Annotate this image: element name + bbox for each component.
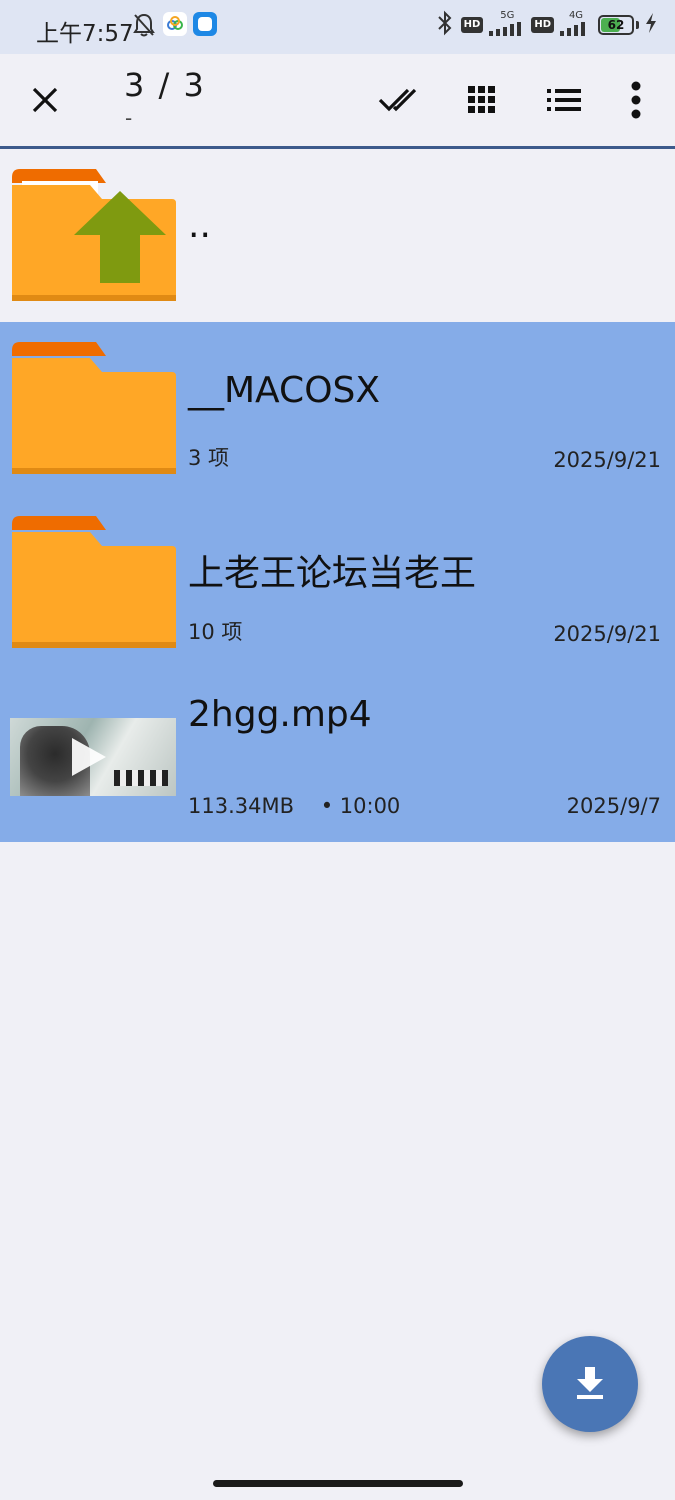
status-time: 上午7:57 <box>36 21 134 47</box>
folder-icon <box>12 516 176 648</box>
select-all-icon <box>378 88 417 112</box>
grid-view-button[interactable] <box>458 76 506 124</box>
item-meta: 10 项 <box>188 620 243 644</box>
item-meta: 113.34MB • 10:00 <box>188 794 401 818</box>
list-view-button[interactable] <box>540 76 588 124</box>
grid-view-icon <box>468 86 495 113</box>
app-notification-icon <box>193 12 217 40</box>
hd-badge-2: HD <box>531 17 554 33</box>
selection-subtitle: - <box>125 106 133 130</box>
extract-download-button[interactable] <box>542 1336 638 1432</box>
close-button[interactable] <box>21 76 69 124</box>
mute-bell-icon <box>132 12 156 42</box>
list-item[interactable]: __MACOSX 3 项 2025/9/21 <box>0 322 675 496</box>
item-date: 2025/9/21 <box>553 622 661 646</box>
folder-up-icon <box>12 169 176 301</box>
list-item[interactable]: 上老王论坛当老王 10 项 2025/9/21 <box>0 496 675 670</box>
charging-icon <box>645 13 657 37</box>
net-4g: 4G <box>560 10 592 40</box>
more-options-button[interactable] <box>612 76 660 124</box>
parent-folder-label: .. <box>188 205 211 246</box>
selection-count: 3 / 3 <box>124 66 206 104</box>
home-indicator[interactable] <box>213 1480 463 1487</box>
status-bar: 上午7:57 HD 5G HD 4G 62 <box>0 0 675 54</box>
item-meta: 3 项 <box>188 446 230 470</box>
more-vert-icon <box>631 81 641 119</box>
download-icon <box>577 1367 603 1399</box>
status-indicators: HD 5G HD 4G 62 <box>435 10 657 40</box>
hd-badge: HD <box>460 17 484 33</box>
battery-cap <box>636 21 639 29</box>
close-icon <box>32 87 58 113</box>
list-item[interactable]: 2hgg.mp4 113.34MB • 10:00 2025/9/7 <box>0 670 675 842</box>
list-view-icon <box>547 89 581 111</box>
signal-icon-2 <box>560 21 592 40</box>
video-thumbnail <box>10 718 176 796</box>
bluetooth-icon <box>435 10 455 40</box>
signal-icon <box>489 21 525 40</box>
item-name: __MACOSX <box>188 370 381 411</box>
item-date: 2025/9/7 <box>566 794 661 818</box>
parent-folder-row[interactable]: .. <box>0 149 675 322</box>
play-icon <box>72 738 106 776</box>
net-5g: 5G <box>489 10 525 40</box>
file-list: .. __MACOSX 3 项 2025/9/21 上老王论坛当老王 10 项 … <box>0 149 675 842</box>
item-name: 2hgg.mp4 <box>188 694 372 735</box>
cloud-app-icon <box>163 12 187 40</box>
battery-icon: 62 <box>598 15 634 35</box>
item-name: 上老王论坛当老王 <box>188 553 477 594</box>
folder-icon <box>12 342 176 474</box>
item-date: 2025/9/21 <box>553 448 661 472</box>
selection-toolbar: 3 / 3 - <box>0 54 675 149</box>
select-all-button[interactable] <box>376 76 424 124</box>
